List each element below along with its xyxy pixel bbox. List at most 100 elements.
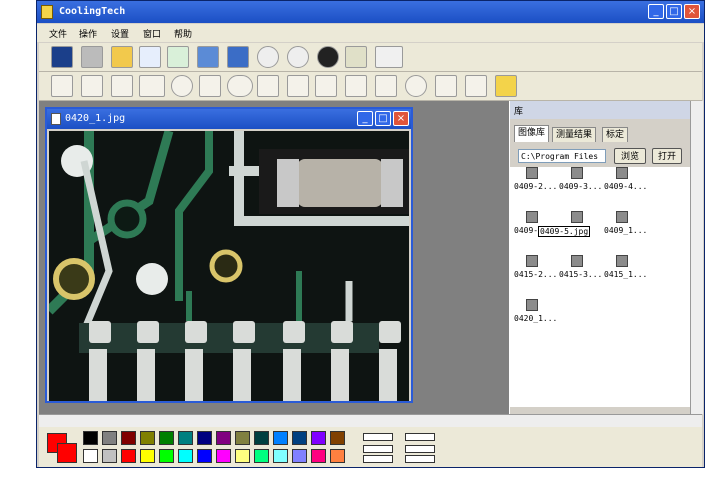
color-swatch[interactable] [197,431,212,445]
tab-calibration[interactable]: 标定 [602,127,629,142]
pause-icon[interactable] [257,46,279,68]
refresh-icon[interactable] [197,46,219,68]
color-swatch[interactable] [121,449,136,463]
minimize-button[interactable]: _ [648,4,664,19]
caliper-icon[interactable] [435,75,457,97]
menu-operate[interactable]: 操作 [79,27,97,40]
wrench-icon[interactable] [317,46,339,68]
thumbnail-list: 0409-2... 0409-3... 0409-4... 0409-... 0… [510,167,690,407]
line-medium-icon[interactable] [363,445,393,453]
open-folder-icon[interactable] [111,46,133,68]
title-bar[interactable]: CoolingTech _ □ × [37,1,704,23]
menu-window[interactable]: 窗口 [143,27,161,40]
image-minimize-button[interactable]: _ [357,111,373,126]
color-swatch[interactable] [311,449,326,463]
color-swatch[interactable] [235,431,250,445]
measure-tool-icon[interactable] [287,75,309,97]
window-title: CoolingTech [59,6,126,17]
thumb-item[interactable]: 0415_1... [604,255,648,295]
color-swatch[interactable] [254,431,269,445]
color-swatch[interactable] [178,431,193,445]
thumb-item[interactable]: 0415-3... [559,255,603,295]
image-close-button[interactable]: × [393,111,409,126]
color-swatch[interactable] [197,449,212,463]
color-swatch[interactable] [292,449,307,463]
capture-icon[interactable] [51,46,73,68]
close-button[interactable]: × [684,4,700,19]
workspace-hscrollbar[interactable] [39,414,702,427]
path-select[interactable]: C:\Program Files [518,149,606,163]
library-scrollbar[interactable] [690,101,703,414]
color-swatch[interactable] [140,431,155,445]
browse-button[interactable]: 浏览 [614,148,646,164]
tab-image-library[interactable]: 图像库 [514,125,550,142]
library-header: 库 [510,101,703,119]
thumb-item[interactable]: 0409-4... [604,167,648,207]
line-thin-icon[interactable] [363,433,393,441]
line-tool-icon[interactable] [51,75,73,97]
pcb-photo [49,131,409,401]
secondary-color[interactable] [57,443,77,463]
tab-measure-results[interactable]: 测量结果 [552,127,597,142]
thumb-item[interactable]: 0420_1... [514,299,558,339]
color-swatch[interactable] [102,449,117,463]
export-icon[interactable] [167,46,189,68]
angle-measure-icon[interactable] [375,75,397,97]
circle-measure-icon[interactable] [405,75,427,97]
polyline-tool-icon[interactable] [199,75,221,97]
color-swatch[interactable] [216,431,231,445]
thumb-item[interactable]: 0409-3... [559,167,603,207]
line-style-dot-icon[interactable] [405,455,435,463]
thumb-item[interactable]: 0409_1... [604,211,648,251]
color-swatch[interactable] [140,449,155,463]
color-swatch[interactable] [330,449,345,463]
line-thick-icon[interactable] [363,455,393,463]
palette-icon[interactable] [495,75,517,97]
color-swatch[interactable] [83,431,98,445]
color-swatch[interactable] [159,431,174,445]
thumb-item-selected[interactable]: 0409-5.jpg [538,211,603,251]
arrow-measure-icon[interactable] [465,75,487,97]
ruler-horizontal-icon[interactable] [375,46,403,68]
open-button[interactable]: 打开 [652,148,682,164]
color-swatch[interactable] [178,449,193,463]
menu-file[interactable]: 文件 [49,27,67,40]
thumb-item[interactable]: 0409-2... [514,167,558,207]
line-style-dash-icon[interactable] [405,445,435,453]
color-swatch[interactable] [292,431,307,445]
color-swatch[interactable] [102,431,117,445]
menu-settings[interactable]: 设置 [111,27,129,40]
color-swatch[interactable] [273,449,288,463]
thumb-rename-field[interactable]: 0409-5.jpg [538,226,591,237]
stop-icon[interactable] [287,46,309,68]
height-tool-icon[interactable] [257,75,279,97]
image-maximize-button[interactable]: □ [375,111,391,126]
color-swatch[interactable] [83,449,98,463]
color-swatch[interactable] [121,431,136,445]
camera-icon[interactable] [81,46,103,68]
parallel-tool-icon[interactable] [345,75,367,97]
zoom-icon[interactable] [81,75,103,97]
ellipse-tool-icon[interactable] [227,75,253,97]
thumb-item[interactable]: 0415-2... [514,255,558,295]
line-style-solid-icon[interactable] [405,433,435,441]
save-doc-icon[interactable] [139,46,161,68]
maximize-button[interactable]: □ [666,4,682,19]
circle-tool-icon[interactable] [171,75,193,97]
color-swatch[interactable] [273,431,288,445]
menu-help[interactable]: 帮助 [174,27,192,40]
microscope-image[interactable] [49,131,409,401]
toolbar-measure [39,72,702,101]
angle-tool-icon[interactable] [315,75,337,97]
image-window-titlebar[interactable]: 0420_1.jpg _ □ × [47,109,411,129]
color-swatch[interactable] [216,449,231,463]
save-icon[interactable] [227,46,249,68]
color-swatch[interactable] [330,431,345,445]
color-swatch[interactable] [254,449,269,463]
rotate-icon[interactable] [111,75,133,97]
color-swatch[interactable] [235,449,250,463]
rectangle-tool-icon[interactable] [139,75,165,97]
color-swatch[interactable] [311,431,326,445]
color-swatch[interactable] [159,449,174,463]
ruler-vertical-icon[interactable] [345,46,367,68]
